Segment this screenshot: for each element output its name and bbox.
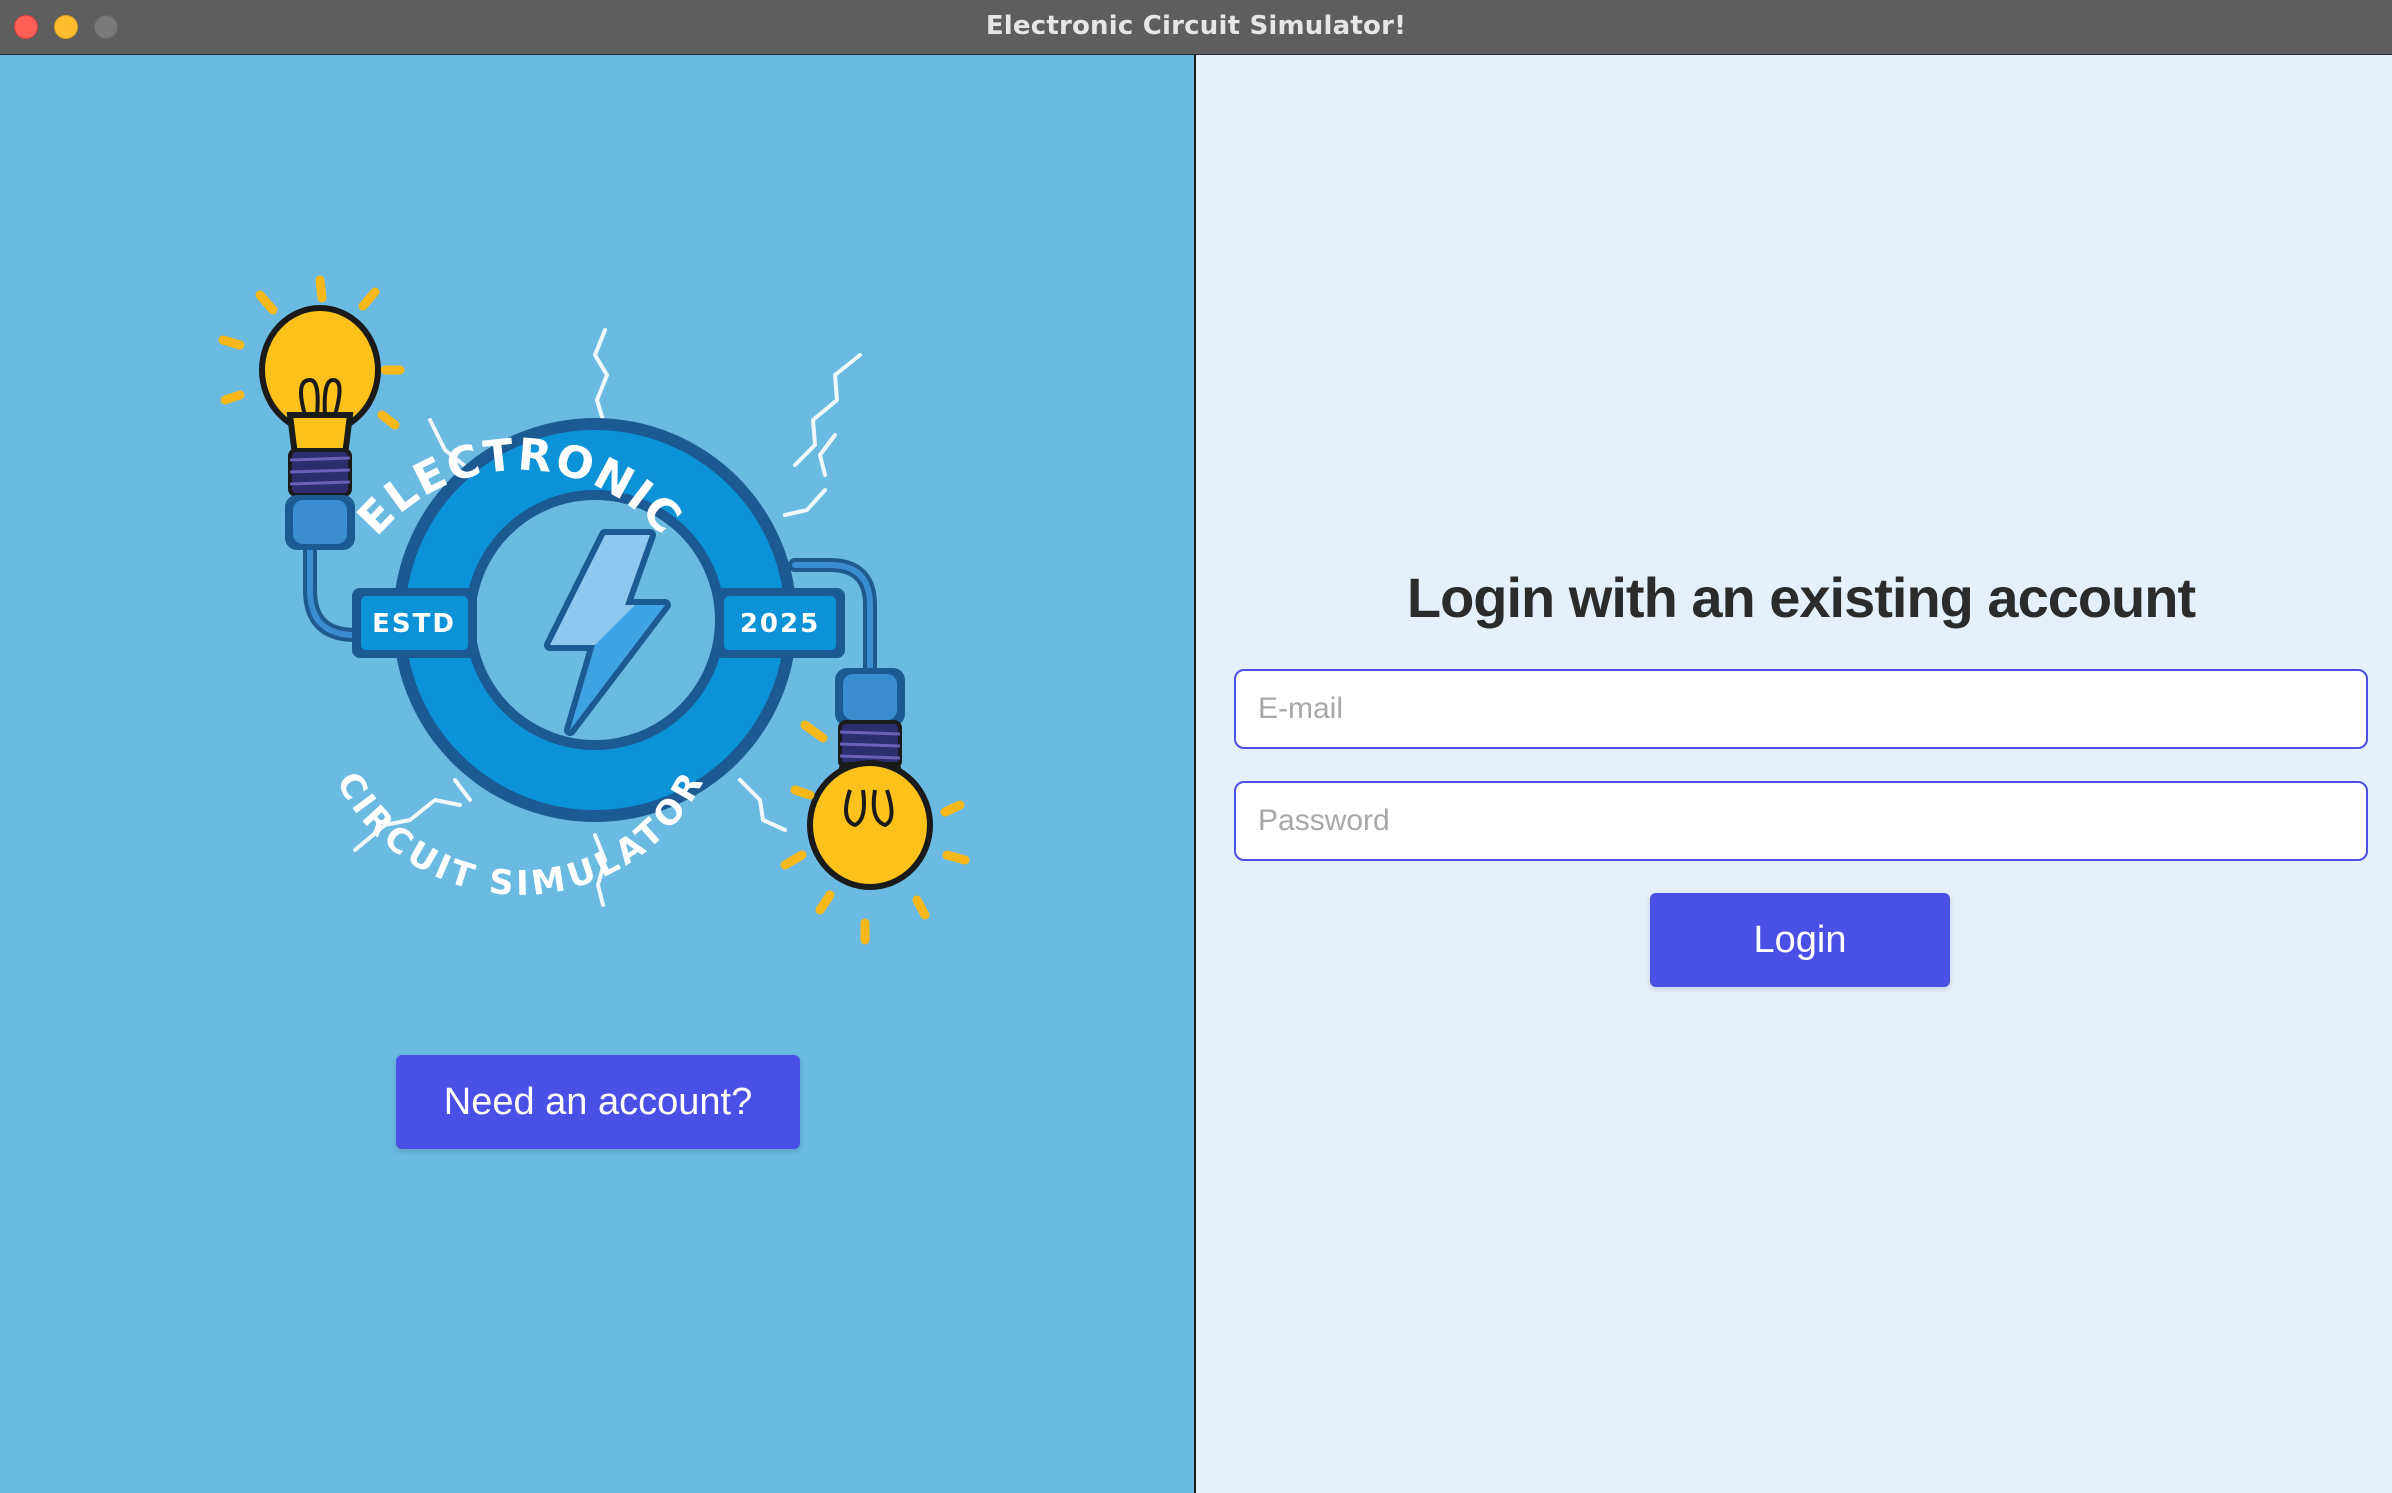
- password-field[interactable]: [1234, 781, 2368, 861]
- email-field[interactable]: [1234, 669, 2368, 749]
- right-panel: Login with an existing account Login: [1196, 55, 2392, 1493]
- left-panel: ESTD 2025 ELECTRONIC CIRCUIT SIMULATOR N…: [0, 55, 1196, 1493]
- light-bulb-icon-2: [780, 668, 970, 945]
- logo-right-badge-text: 2025: [740, 609, 820, 639]
- login-button[interactable]: Login: [1650, 893, 1950, 987]
- title-bar[interactable]: Electronic Circuit Simulator!: [0, 0, 2392, 55]
- need-account-button[interactable]: Need an account?: [396, 1055, 800, 1149]
- app-logo: ESTD 2025 ELECTRONIC CIRCUIT SIMULATOR: [218, 275, 970, 945]
- app-window: Electronic Circuit Simulator! ESTD 2025 …: [0, 0, 2392, 1493]
- left-badge: ESTD: [352, 588, 477, 658]
- right-badge: 2025: [715, 588, 845, 658]
- logo-left-badge-text: ESTD: [372, 609, 456, 639]
- window-title: Electronic Circuit Simulator!: [985, 11, 1407, 41]
- login-heading: Login with an existing account: [1406, 566, 2196, 629]
